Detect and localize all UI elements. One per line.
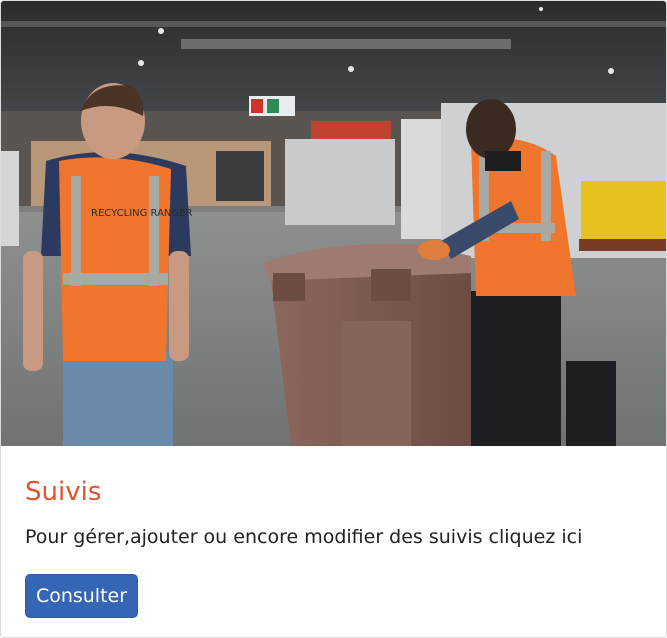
card-title: Suivis — [25, 477, 102, 507]
card-body: Suivis Pour gérer,ajouter ou encore modi… — [1, 446, 666, 637]
card-photo: RECYCLING RANGER — [1, 1, 666, 446]
suivis-card: RECYCLING RANGER Suivis Pour gérer,ajout… — [0, 0, 667, 638]
vest-print: RECYCLING RANGER — [91, 208, 192, 219]
card-description: Pour gérer,ajouter ou encore modifier de… — [25, 526, 583, 548]
consulter-button[interactable]: Consulter — [25, 574, 138, 618]
